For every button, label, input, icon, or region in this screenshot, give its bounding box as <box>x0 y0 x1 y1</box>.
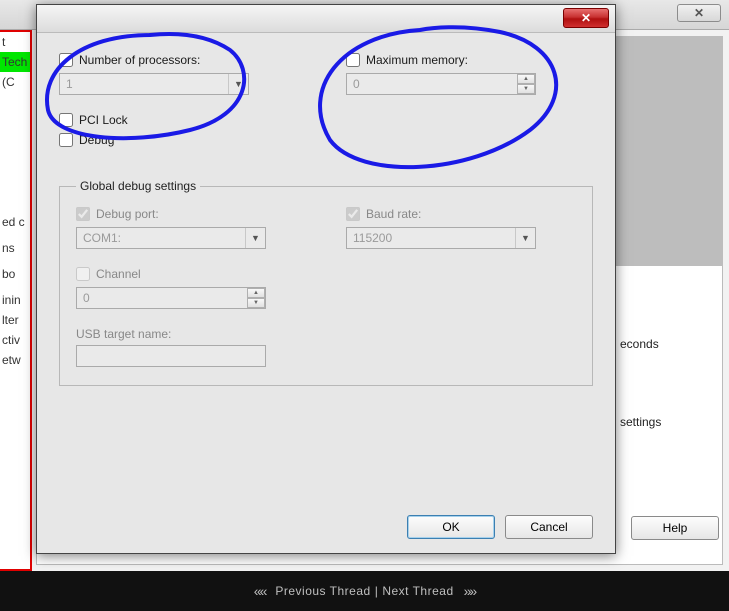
baudrate-value: 115200 <box>353 231 392 245</box>
sidebar-fragment: ed c <box>0 212 30 232</box>
channel-spinbox: 0 ▲ ▼ <box>76 287 266 309</box>
chevron-down-icon: ▼ <box>515 228 535 248</box>
channel-checkbox <box>76 267 90 281</box>
memory-value: 0 <box>353 77 360 91</box>
ok-label: OK <box>442 520 459 534</box>
sidebar-fragment: Tech <box>0 52 30 72</box>
arrow-right-icon: »» <box>464 583 476 599</box>
pcilock-checkbox[interactable] <box>59 113 73 127</box>
cancel-button[interactable]: Cancel <box>505 515 593 539</box>
spin-up-icon: ▲ <box>247 288 265 298</box>
sidebar-fragment: bo <box>0 264 30 284</box>
debugport-dropdown: COM1: ▼ <box>76 227 266 249</box>
usbtarget-input <box>76 345 266 367</box>
forum-nav-footer: «« Previous Thread | Next Thread »» <box>0 571 729 611</box>
debug-checkbox[interactable] <box>59 133 73 147</box>
text-fragment: econds <box>620 334 661 354</box>
baudrate-label: Baud rate: <box>366 207 421 221</box>
baudrate-checkbox <box>346 207 360 221</box>
sidebar-fragment: inin <box>0 290 30 310</box>
text-fragment: settings <box>620 412 661 432</box>
channel-value: 0 <box>83 291 90 305</box>
chevron-down-icon: ▼ <box>228 74 248 94</box>
spin-up-icon[interactable]: ▲ <box>517 74 535 84</box>
cancel-label: Cancel <box>530 520 567 534</box>
sidebar-fragment: ns <box>0 238 30 258</box>
debug-label: Debug <box>79 133 114 147</box>
parent-left-panel: t Tech (C ed c ns bo inin lter ctiv etw <box>0 30 32 571</box>
usbtarget-label: USB target name: <box>76 327 171 341</box>
groupbox-legend: Global debug settings <box>76 179 200 193</box>
spin-down-icon: ▼ <box>247 298 265 308</box>
dialog-titlebar: ✕ <box>37 5 615 33</box>
debugport-checkbox <box>76 207 90 221</box>
close-icon: ✕ <box>694 6 704 20</box>
arrow-left-icon: «« <box>254 583 266 599</box>
spin-down-icon[interactable]: ▼ <box>517 84 535 94</box>
processors-label: Number of processors: <box>79 53 200 67</box>
sidebar-fragment: t <box>0 32 30 52</box>
separator: | <box>375 584 379 598</box>
processors-dropdown[interactable]: 1 ▼ <box>59 73 249 95</box>
debugport-label: Debug port: <box>96 207 159 221</box>
memory-spinbox[interactable]: 0 ▲ ▼ <box>346 73 536 95</box>
global-debug-groupbox: Global debug settings Debug port: COM1: … <box>59 179 593 386</box>
dialog-close-button[interactable]: ✕ <box>563 8 609 28</box>
baudrate-dropdown: 115200 ▼ <box>346 227 536 249</box>
parent-right-text: econds settings <box>620 334 661 432</box>
close-icon: ✕ <box>581 11 591 25</box>
boot-advanced-dialog: ✕ Number of processors: 1 ▼ PCI Lock <box>36 4 616 554</box>
channel-label: Channel <box>96 267 141 281</box>
help-button[interactable]: Help <box>631 516 719 540</box>
chevron-down-icon: ▼ <box>245 228 265 248</box>
sidebar-fragment: etw <box>0 350 30 370</box>
ok-button[interactable]: OK <box>407 515 495 539</box>
sidebar-fragment: (C <box>0 72 30 92</box>
memory-label: Maximum memory: <box>366 53 468 67</box>
parent-close-button[interactable]: ✕ <box>677 4 721 22</box>
sidebar-fragment: ctiv <box>0 330 30 350</box>
processors-value: 1 <box>66 77 73 91</box>
debugport-value: COM1: <box>83 231 121 245</box>
previous-thread-link[interactable]: Previous Thread <box>275 584 370 598</box>
memory-checkbox[interactable] <box>346 53 360 67</box>
next-thread-link[interactable]: Next Thread <box>382 584 453 598</box>
parent-grey-panel <box>616 36 723 266</box>
help-label: Help <box>663 517 688 539</box>
sidebar-fragment: lter <box>0 310 30 330</box>
processors-checkbox[interactable] <box>59 53 73 67</box>
pcilock-label: PCI Lock <box>79 113 128 127</box>
